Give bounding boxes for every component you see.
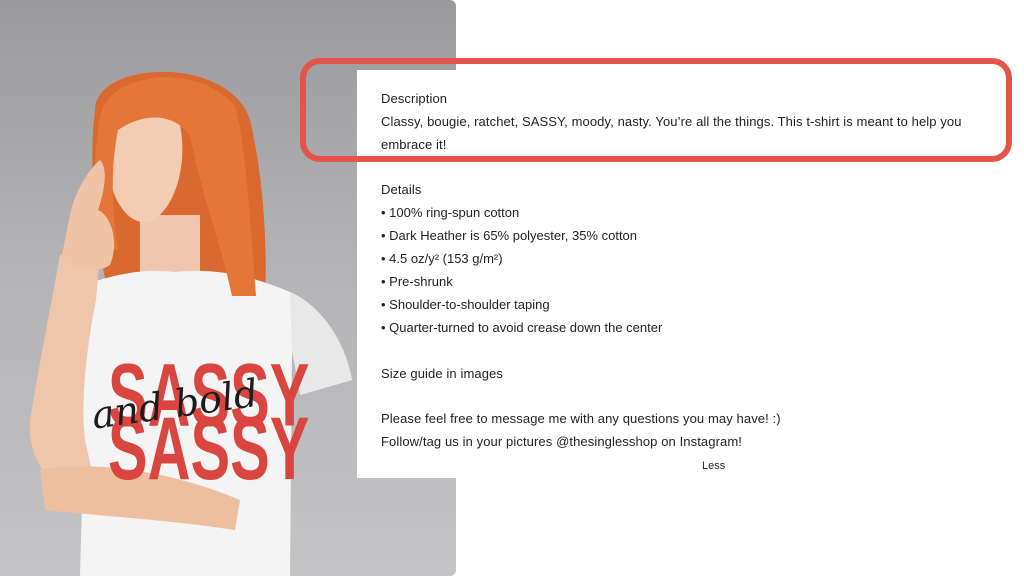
- details-list: • 100% ring-spun cotton • Dark Heather i…: [381, 201, 662, 339]
- details-item: • Pre-shrunk: [381, 274, 453, 289]
- listing-screenshot: SASSY SASSY and bold Description Classy,…: [0, 0, 1024, 576]
- description-body: Classy, bougie, ratchet, SASSY, moody, n…: [381, 114, 962, 152]
- contact-message: Please feel free to message me with any …: [381, 411, 781, 426]
- details-item: • Shoulder-to-shoulder taping: [381, 297, 550, 312]
- details-item: • 100% ring-spun cotton: [381, 205, 520, 220]
- details-heading: Details: [381, 182, 422, 197]
- instagram-follow-text: Follow/tag us in your pictures @thesingl…: [381, 434, 742, 449]
- description-heading: Description: [381, 91, 448, 106]
- less-toggle-link[interactable]: Less: [702, 460, 725, 472]
- details-item: • Quarter-turned to avoid crease down th…: [381, 320, 663, 335]
- size-guide-text: Size guide in images: [381, 366, 503, 381]
- details-item: • Dark Heather is 65% polyester, 35% cot…: [381, 228, 638, 243]
- details-item: • 4.5 oz/y² (153 g/m²): [381, 251, 503, 266]
